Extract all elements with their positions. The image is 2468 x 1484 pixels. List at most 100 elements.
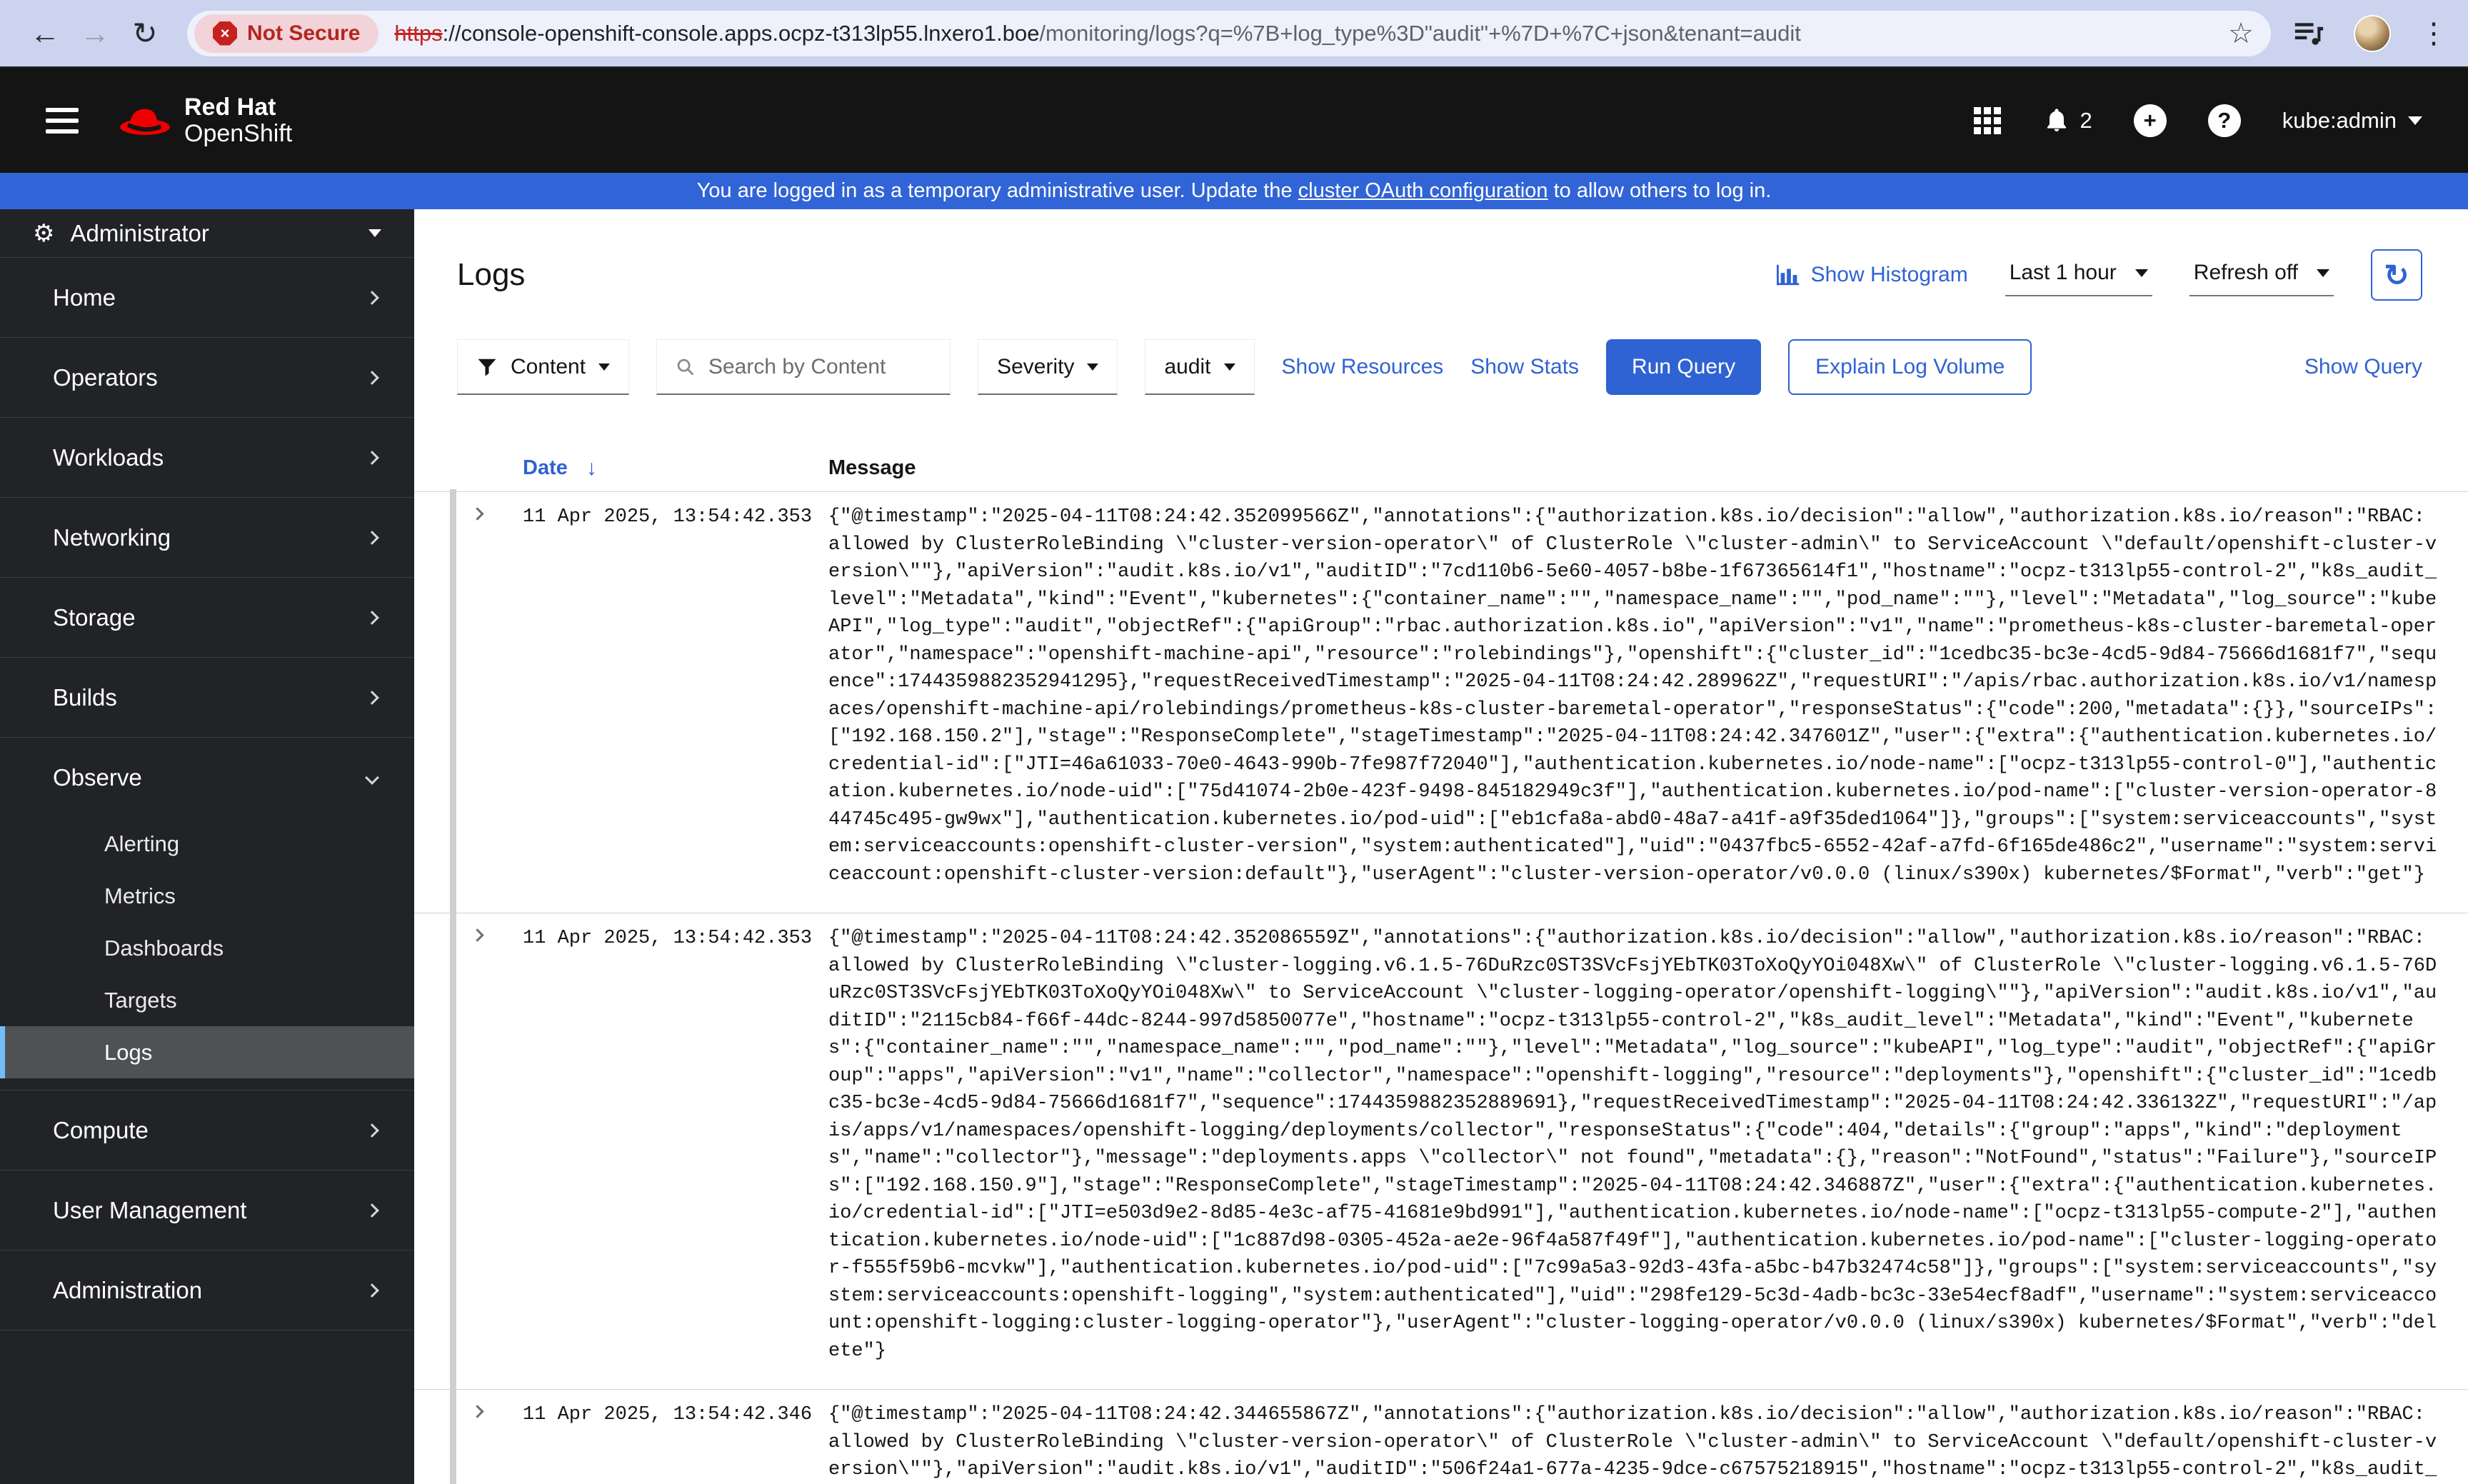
date-column-header[interactable]: Date ↓ <box>523 456 828 481</box>
expand-chevron-icon[interactable] <box>471 925 523 943</box>
table-left-rule <box>450 489 456 1484</box>
log-message: {"@timestamp":"2025-04-11T08:24:42.34465… <box>828 1404 2437 1480</box>
sidebar-item-logs[interactable]: Logs <box>0 1026 414 1078</box>
attribute-filter-select[interactable]: Content <box>457 339 630 395</box>
show-stats-link[interactable]: Show Stats <box>1470 355 1579 379</box>
time-range-select[interactable]: Last 1 hour <box>2005 254 2152 296</box>
sidebar-item-builds[interactable]: Builds <box>0 658 414 738</box>
sidebar-item-networking[interactable]: Networking <box>0 498 414 578</box>
chevron-right-icon <box>365 610 379 625</box>
media-controls-icon[interactable] <box>2294 20 2325 47</box>
profile-avatar[interactable] <box>2354 14 2391 52</box>
chevron-right-icon <box>365 1203 379 1218</box>
show-histogram-link[interactable]: Show Histogram <box>1776 263 1968 287</box>
log-date: 11 Apr 2025, 13:54:42.346 <box>523 1404 813 1425</box>
log-table: Date ↓ Message 11 Apr 2025, 13:54:42.353… <box>414 445 2468 1484</box>
chevron-right-icon <box>365 1283 379 1298</box>
url-text: https://console-openshift-console.apps.o… <box>394 21 2217 46</box>
chevron-down-icon <box>365 771 379 785</box>
notifications-button[interactable]: 2 <box>2042 106 2092 136</box>
app-launcher-icon[interactable] <box>1974 106 2002 134</box>
browser-chrome: ← → ↻ × Not Secure https://console-opens… <box>0 0 2468 68</box>
sidebar-item-dashboards[interactable]: Dashboards <box>0 922 414 974</box>
sidebar-item-observe[interactable]: Observe <box>0 738 414 818</box>
run-query-button[interactable]: Run Query <box>1606 339 1762 395</box>
brand-line2: OpenShift <box>184 119 293 147</box>
brand-logo[interactable]: Red Hat OpenShift <box>119 94 292 147</box>
refresh-button[interactable]: ↻ <box>2371 249 2422 301</box>
log-message: {"@timestamp":"2025-04-11T08:24:42.35208… <box>828 928 2437 1362</box>
perspective-switcher[interactable]: ⚙ Administrator <box>0 209 414 258</box>
sidebar-item-compute[interactable]: Compute <box>0 1091 414 1170</box>
log-row: 11 Apr 2025, 13:54:42.346 {"@timestamp":… <box>414 1390 2468 1484</box>
forward-icon[interactable]: → <box>70 18 120 49</box>
sidebar: ⚙ Administrator Home Operators Workloads… <box>0 209 414 1484</box>
oauth-config-link[interactable]: cluster OAuth configuration <box>1298 179 1548 203</box>
chevron-down-icon <box>368 229 381 237</box>
chevron-down-icon <box>598 363 611 371</box>
brand-text: Red Hat OpenShift <box>184 94 292 147</box>
sidebar-item-user-management[interactable]: User Management <box>0 1170 414 1250</box>
expand-chevron-icon[interactable] <box>471 503 523 522</box>
tenant-select[interactable]: audit <box>1145 339 1255 395</box>
help-icon[interactable]: ? <box>2207 104 2241 137</box>
show-resources-link[interactable]: Show Resources <box>1282 355 1444 379</box>
chevron-right-icon <box>365 370 379 385</box>
query-toolbar: Content Severity audit Show Resources Sh… <box>414 339 2468 395</box>
reload-icon[interactable]: ↻ <box>120 18 170 49</box>
message-column-header: Message <box>828 456 916 479</box>
sidebar-item-operators[interactable]: Operators <box>0 338 414 418</box>
browser-menu-icon[interactable]: ⋮ <box>2419 19 2448 48</box>
chevron-right-icon <box>365 290 379 305</box>
sync-icon: ↻ <box>2384 258 2409 292</box>
log-row: 11 Apr 2025, 13:54:42.353 {"@timestamp":… <box>414 492 2468 913</box>
chevron-down-icon <box>1087 363 1099 371</box>
masthead: Red Hat OpenShift 2 + ? kube:admin <box>0 68 2468 173</box>
back-icon[interactable]: ← <box>20 18 70 49</box>
table-header: Date ↓ Message <box>414 445 2468 492</box>
sidebar-item-workloads[interactable]: Workloads <box>0 418 414 498</box>
sidebar-item-storage[interactable]: Storage <box>0 578 414 658</box>
refresh-interval-select[interactable]: Refresh off <box>2189 254 2334 296</box>
sidebar-item-home[interactable]: Home <box>0 258 414 338</box>
log-date: 11 Apr 2025, 13:54:42.353 <box>523 506 813 528</box>
explain-log-volume-button[interactable]: Explain Log Volume <box>1788 339 2032 395</box>
main-content: Logs Show Histogram Last 1 hour Refresh … <box>414 209 2468 1484</box>
gears-icon: ⚙ <box>33 219 55 247</box>
page-title: Logs <box>457 257 526 292</box>
chevron-right-icon <box>365 450 379 465</box>
search-input[interactable] <box>708 354 932 379</box>
hamburger-menu-icon[interactable] <box>46 107 79 134</box>
add-plus-icon[interactable]: + <box>2133 104 2167 137</box>
brand-line1: Red Hat <box>184 93 276 121</box>
perspective-label: Administrator <box>70 219 209 246</box>
danger-octagon-icon: × <box>213 21 237 46</box>
chevron-down-icon <box>2135 269 2148 277</box>
chevron-down-icon <box>1223 363 1235 371</box>
chevron-right-icon <box>365 1123 379 1138</box>
bookmark-star-icon[interactable]: ☆ <box>2228 17 2254 50</box>
url-path: /monitoring/logs?q=%7B+log_type%3D"audit… <box>1039 20 1801 46</box>
redhat-fedora-icon <box>120 109 170 135</box>
filter-funnel-icon <box>478 359 496 376</box>
chevron-right-icon <box>365 690 379 705</box>
sidebar-item-administration[interactable]: Administration <box>0 1250 414 1330</box>
page-head-actions: Show Histogram Last 1 hour Refresh off ↻ <box>1776 249 2422 301</box>
chevron-down-icon <box>2408 116 2422 125</box>
sidebar-item-targets[interactable]: Targets <box>0 974 414 1026</box>
username: kube:admin <box>2282 107 2397 133</box>
sidebar-item-alerting[interactable]: Alerting <box>0 818 414 870</box>
search-box[interactable] <box>656 339 951 395</box>
severity-select[interactable]: Severity <box>978 339 1118 395</box>
observe-submenu: Alerting Metrics Dashboards Targets Logs <box>0 818 414 1091</box>
chevron-down-icon <box>2317 269 2329 277</box>
sidebar-item-metrics[interactable]: Metrics <box>0 870 414 922</box>
not-secure-chip[interactable]: × Not Secure <box>194 14 379 53</box>
log-row: 11 Apr 2025, 13:54:42.353 {"@timestamp":… <box>414 913 2468 1390</box>
notification-count: 2 <box>2080 107 2092 133</box>
expand-chevron-icon[interactable] <box>471 1401 523 1420</box>
show-query-link[interactable]: Show Query <box>2304 355 2422 379</box>
search-icon <box>677 359 694 375</box>
url-bar[interactable]: × Not Secure https://console-openshift-c… <box>187 10 2271 56</box>
user-menu[interactable]: kube:admin <box>2282 108 2422 134</box>
